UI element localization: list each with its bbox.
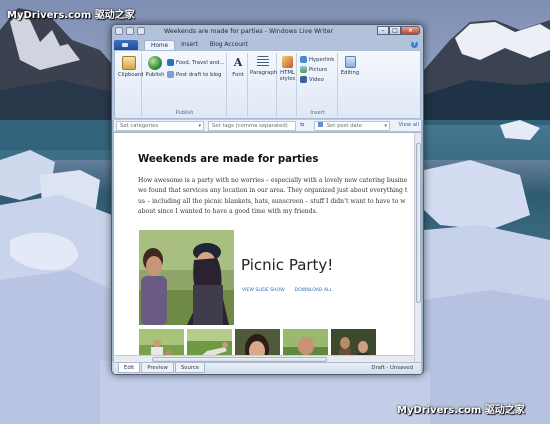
undo-icon[interactable] (126, 27, 134, 35)
blog-selector[interactable]: Food, Travel and... (167, 59, 225, 66)
save-icon[interactable] (115, 27, 123, 35)
ribbon-tabs: Home Insert Blog Account (114, 39, 254, 50)
video-button[interactable]: Video (300, 76, 324, 83)
categories-field[interactable]: Set categories ▾ (116, 121, 204, 131)
tab-home[interactable]: Home (144, 40, 176, 50)
clipboard-group: Clipboard (116, 53, 144, 116)
html-styles-line2: styles (279, 76, 296, 82)
post-properties-bar: Set categories ▾ Set tags (comma separat… (114, 120, 421, 132)
horizontal-scrollbar[interactable] (114, 355, 414, 362)
writer-window: Weekends are made for parties - Windows … (111, 24, 424, 375)
view-slide-show-link[interactable]: VIEW SLIDE SHOW (242, 288, 285, 293)
title-bar: Weekends are made for parties - Windows … (112, 25, 423, 39)
tab-insert[interactable]: Insert (175, 40, 204, 50)
paragraph-label: Paragraph (250, 70, 278, 76)
paragraph-group: Paragraph (249, 53, 277, 116)
categories-placeholder: Set categories (120, 123, 159, 129)
album-cover-image (139, 230, 234, 325)
publish-group-label: Publish (175, 110, 194, 116)
calendar-icon (318, 122, 323, 127)
status-bar: Edit Preview Source Draft - Unsaved (114, 362, 421, 374)
html-styles-group: HTML styles (278, 53, 297, 116)
font-label: Font (232, 72, 244, 78)
editing-group: Editing (339, 53, 361, 116)
redo-icon[interactable] (137, 27, 145, 35)
help-icon[interactable]: ? (411, 41, 418, 48)
post-title[interactable]: Weekends are made for parties (138, 154, 318, 165)
album-cover-photo[interactable] (139, 230, 234, 325)
picture-button[interactable]: Picture (300, 66, 327, 73)
html-styles-button[interactable]: HTML styles (279, 56, 296, 82)
tab-preview[interactable]: Preview (141, 363, 174, 373)
font-button[interactable]: A Font (229, 56, 247, 78)
tags-field[interactable]: Set tags (comma separated) (208, 121, 296, 131)
tab-blog-account[interactable]: Blog Account (204, 40, 254, 50)
clipboard-icon (122, 56, 136, 70)
minimize-button[interactable]: – (377, 26, 389, 35)
paragraph-icon (257, 56, 269, 68)
blog-name: Food, Travel and... (176, 59, 225, 66)
clipboard-label: Clipboard (118, 72, 144, 78)
post-draft-button[interactable]: Post draft to blog (167, 71, 222, 78)
post-body-line: about since I wanted to have a good time… (138, 208, 318, 216)
picture-label: Picture (309, 66, 328, 73)
editor-canvas[interactable]: Weekends are made for parties How awesom… (114, 133, 414, 374)
globe-icon (148, 56, 162, 70)
album-title: Picnic Party! (241, 256, 334, 274)
draft-icon (167, 71, 174, 78)
calendar-dropdown-icon: ▾ (384, 123, 387, 129)
vertical-scrollbar[interactable] (414, 133, 421, 374)
picture-icon (300, 66, 307, 73)
view-tabs: Edit Preview Source (118, 363, 206, 373)
post-body[interactable]: How awesome is a party with no worries –… (138, 176, 414, 218)
save-status: Draft - Unsaved (371, 365, 413, 371)
video-icon (300, 76, 307, 83)
post-date-field[interactable]: Set post date ▾ (314, 121, 390, 131)
insert-group: Hyperlink Picture Video Insert (298, 53, 338, 116)
maximize-button[interactable]: □ (389, 26, 401, 35)
post-draft-label: Post draft to blog (176, 71, 222, 78)
post-body-line: How awesome is a party with no worries –… (138, 177, 408, 184)
hyperlink-label: Hyperlink (309, 56, 335, 63)
post-body-line: we found that services any location in o… (138, 187, 408, 195)
publish-label: Publish (145, 72, 165, 78)
publish-button[interactable]: Publish (145, 56, 165, 78)
find-replace-icon (344, 56, 356, 68)
tab-source[interactable]: Source (174, 363, 206, 373)
hyperlink-icon (300, 56, 307, 63)
tab-edit[interactable]: Edit (118, 363, 141, 373)
font-group: A Font (228, 53, 248, 116)
album-links: VIEW SLIDE SHOW DOWNLOAD ALL (242, 288, 332, 293)
editing-label: Editing (340, 70, 360, 76)
insert-group-label: Insert (310, 110, 325, 116)
font-icon: A (233, 56, 243, 69)
tags-placeholder: Set tags (comma separated) (212, 123, 288, 129)
hyperlink-button[interactable]: Hyperlink (300, 56, 334, 63)
window-title: Weekends are made for parties - Windows … (164, 28, 334, 35)
caption-buttons: – □ × (377, 26, 420, 35)
vertical-scroll-thumb[interactable] (416, 143, 421, 303)
chevron-down-icon: ▾ (198, 123, 201, 129)
close-button[interactable]: × (401, 26, 420, 35)
quick-access-toolbar (115, 27, 145, 35)
post-date-placeholder: Set post date (326, 123, 363, 129)
paragraph-button[interactable]: Paragraph (250, 56, 278, 76)
publish-group: Publish Food, Travel and... Post draft t… (143, 53, 227, 116)
post-body-line: us – including all the picnic blankets, … (138, 197, 406, 205)
sync-icon[interactable]: ⇆ (300, 121, 310, 131)
brush-icon (282, 56, 293, 68)
ribbon: Clipboard Publish Food, Travel and... Po… (114, 50, 421, 119)
download-all-link[interactable]: DOWNLOAD ALL (295, 288, 332, 293)
editing-button[interactable]: Editing (340, 56, 360, 76)
clipboard-button[interactable]: Clipboard (118, 56, 144, 78)
app-menu-button[interactable] (114, 40, 138, 50)
view-all-link[interactable]: View all (399, 122, 419, 128)
video-label: Video (309, 76, 324, 83)
watermark-top-left: MyDrivers.com 驱动之家 (7, 10, 135, 21)
watermark-bottom-right: MyDrivers.com 驱动之家 (397, 405, 525, 416)
blog-icon (167, 59, 174, 66)
